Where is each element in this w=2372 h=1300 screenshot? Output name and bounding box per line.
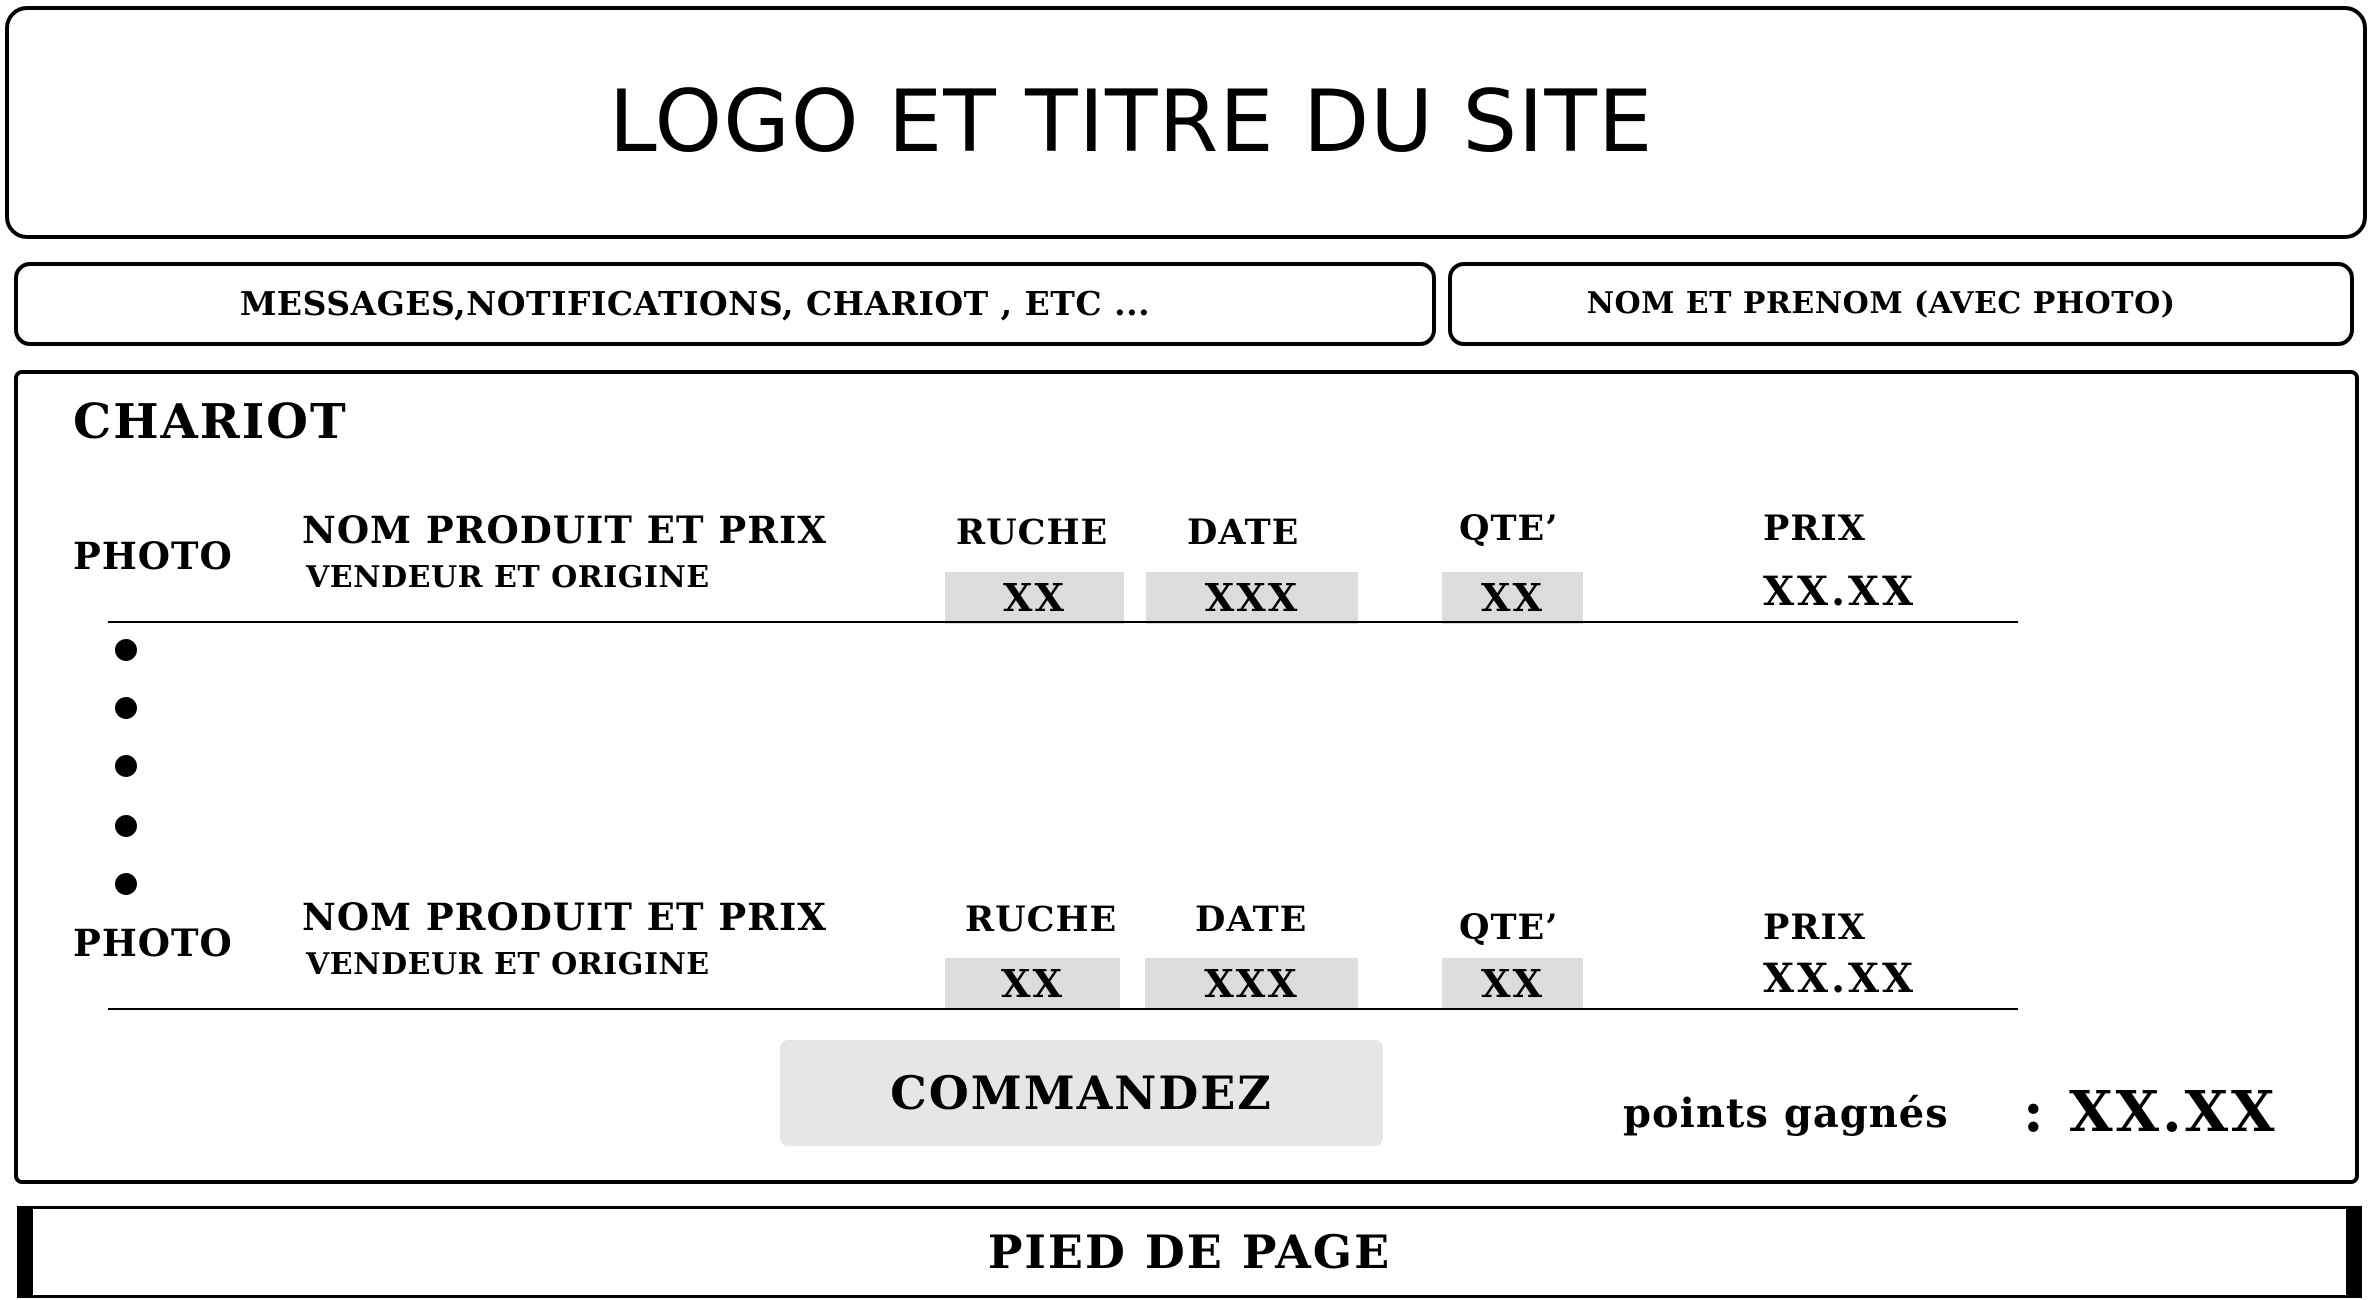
quantity-field[interactable]: XX [1442,572,1583,624]
date-label: DATE [1195,899,1308,940]
product-seller-origin: VENDEUR ET ORIGINE [306,560,710,595]
nav-bar-messages[interactable]: MESSAGES,NOTIFICATIONS, CHARIOT , ETC ..… [14,262,1436,346]
price-label: PRIX [1763,907,1866,948]
price-value: XX.XX [1763,955,1917,1002]
ruche-field[interactable]: XX [945,572,1124,624]
product-name-price: NOM PRODUIT ET PRIX [302,895,827,939]
product-photo: PHOTO [73,534,233,578]
cart-title: CHARIOT [73,394,348,450]
user-profile-bar[interactable]: NOM ET PRENOM (AVEC PHOTO) [1448,262,2354,346]
bullet-dot-icon [115,873,137,895]
footer-label: PIED DE PAGE [987,1225,1392,1279]
user-profile-label: NOM ET PRENOM (AVEC PHOTO) [1586,286,2176,321]
price-label: PRIX [1763,508,1866,549]
order-button[interactable]: COMMANDEZ [780,1040,1383,1146]
row-divider [108,621,2018,623]
quantity-label: QTE’ [1459,907,1559,948]
date-field[interactable]: XXX [1145,958,1358,1010]
product-photo: PHOTO [73,921,233,965]
site-logo-title: LOGO ET TITRE DU SITE [608,72,1654,172]
points-earned-value: : XX.XX [2023,1079,2278,1145]
bullet-dot-icon [115,639,137,661]
bullet-dot-icon [115,697,137,719]
date-label: DATE [1187,512,1300,553]
points-earned-label: points gagnés [1623,1090,1949,1137]
product-name-price: NOM PRODUIT ET PRIX [302,508,827,552]
cart-panel: CHARIOT PHOTO NOM PRODUIT ET PRIX VENDEU… [14,370,2359,1184]
row-divider [108,1008,2018,1010]
product-seller-origin: VENDEUR ET ORIGINE [306,947,710,982]
ruche-label: RUCHE [956,512,1109,553]
bullet-dot-icon [115,815,137,837]
ruche-label: RUCHE [965,899,1118,940]
bullet-dot-icon [115,755,137,777]
page-footer: PIED DE PAGE [17,1206,2362,1298]
site-header: LOGO ET TITRE DU SITE [5,6,2367,239]
ruche-field[interactable]: XX [945,958,1120,1010]
date-field[interactable]: XXX [1146,572,1358,624]
nav-bar-messages-label: MESSAGES,NOTIFICATIONS, CHARIOT , ETC ..… [239,284,1151,323]
quantity-label: QTE’ [1459,508,1559,549]
quantity-field[interactable]: XX [1442,958,1583,1010]
price-value: XX.XX [1763,568,1917,615]
